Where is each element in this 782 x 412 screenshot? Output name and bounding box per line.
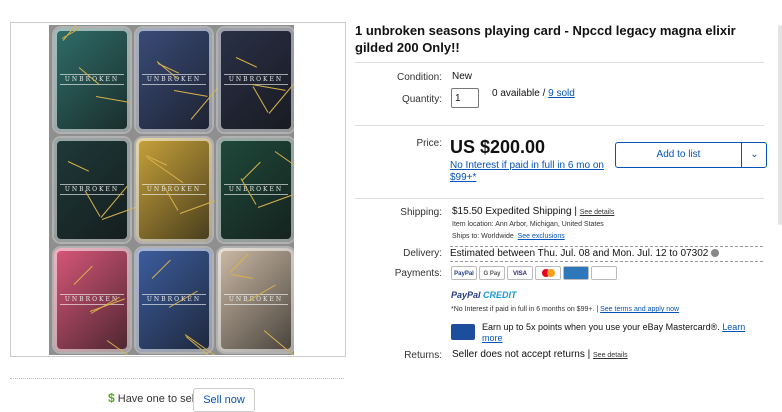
card-brand: UNBROKEN	[60, 184, 124, 195]
card-deck: UNBROKEN	[218, 248, 294, 355]
no-interest-link[interactable]: No Interest if paid in full in 6 mo on $…	[450, 160, 615, 184]
ships-to: Ships to: Worldwide	[452, 233, 514, 240]
gilded-vein	[263, 330, 294, 355]
shipping-label: Shipping:	[400, 207, 442, 218]
card-deck: UNBROKEN	[54, 138, 137, 242]
amex-icon	[563, 266, 589, 280]
condition-label: Condition:	[396, 72, 442, 83]
delivery-text: Estimated between Thu. Jul. 08 and Mon. …	[450, 248, 709, 259]
have-one-to-sell: $ Have one to sell?	[108, 391, 203, 405]
delivery-label: Delivery:	[403, 248, 442, 259]
google-pay-icon: G Pay	[479, 266, 505, 280]
price-value: US $200.00	[450, 137, 546, 157]
returns-text: Seller does not accept returns	[452, 349, 585, 360]
shipping-see-details-link[interactable]: See details	[580, 209, 615, 216]
discover-icon	[591, 266, 617, 280]
scrollbar[interactable]	[778, 25, 782, 225]
gilded-vein	[73, 265, 93, 285]
quantity-input[interactable]: 1	[451, 88, 479, 108]
gilded-vein	[190, 87, 218, 120]
divider	[355, 198, 764, 199]
chevron-down-icon[interactable]: ⌄	[743, 143, 766, 167]
returns-see-details-link[interactable]: See details	[593, 352, 628, 359]
shipping-method: Expedited Shipping	[485, 206, 572, 217]
product-photo[interactable]: UNBROKEN UNBROKEN UNBROKEN UNBROKEN UNBROKEN…	[49, 25, 294, 355]
paypal-fine-print: *No Interest if paid in full in 6 months…	[451, 306, 595, 313]
have-one-label: Have one to sell?	[117, 393, 203, 405]
gilded-vein	[252, 86, 269, 113]
gilded-vein	[274, 151, 294, 178]
card-brand: UNBROKEN	[224, 184, 288, 195]
payment-methods: PayPal G Pay VISA	[451, 266, 621, 282]
card-deck: UNBROKEN	[218, 138, 294, 242]
gilded-vein	[179, 200, 215, 214]
card-deck: UNBROKEN	[54, 248, 144, 355]
card-brand: UNBROKEN	[142, 184, 206, 195]
paypal-icon: PayPal	[451, 266, 477, 280]
mastercard-text: Earn up to 5x points when you use your e…	[482, 322, 720, 332]
paypal-fine-print-row: *No Interest if paid in full in 6 months…	[451, 306, 680, 313]
info-icon[interactable]	[711, 249, 720, 258]
ebay-mastercard-icon	[451, 324, 475, 340]
card-deck: UNBROKEN	[54, 25, 130, 132]
gilded-vein	[173, 90, 208, 97]
card-deck: UNBROKEN	[136, 28, 218, 132]
see-exclusions-link[interactable]: See exclusions	[518, 233, 565, 240]
gilded-vein	[146, 157, 184, 184]
delivery-estimate: Estimated between Thu. Jul. 08 and Mon. …	[450, 246, 763, 262]
card-deck: UNBROKEN	[136, 138, 215, 242]
shipping-info: $15.50 Expedited Shipping | See details	[452, 206, 615, 217]
sell-now-button[interactable]: Sell now	[193, 388, 255, 412]
card-deck: UNBROKEN	[136, 248, 222, 355]
gilded-vein	[230, 274, 253, 279]
price-label: Price:	[416, 138, 442, 149]
divider	[10, 378, 344, 379]
returns-row: Seller does not accept returns | See det…	[452, 349, 628, 360]
add-to-list-label[interactable]: Add to list	[616, 143, 741, 167]
quantity-label: Quantity:	[401, 94, 442, 105]
divider	[355, 62, 764, 63]
condition-value: New	[452, 71, 473, 82]
visa-icon: VISA	[507, 266, 533, 280]
paypal-credit-a: PayPal	[451, 290, 481, 300]
gilded-vein	[235, 57, 258, 68]
available-text: 0 available /	[492, 88, 549, 99]
gilded-vein	[251, 84, 286, 91]
dollar-icon: $	[108, 391, 115, 405]
paypal-credit-logo: PayPal CREDIT	[451, 290, 517, 300]
gilded-vein	[241, 161, 261, 181]
returns-label: Returns:	[404, 350, 442, 361]
gilded-vein	[257, 194, 293, 208]
gilded-vein	[151, 259, 171, 279]
gilded-vein	[268, 81, 294, 114]
availability: 0 available / 9 sold	[492, 88, 575, 99]
mastercard-icon	[535, 266, 561, 280]
card-deck: UNBROKEN	[218, 28, 294, 132]
divider	[741, 143, 742, 167]
card-brand: UNBROKEN	[224, 74, 288, 85]
shipping-cost: $15.50	[452, 206, 483, 217]
sold-link[interactable]: 9 sold	[548, 88, 575, 99]
gilded-vein	[67, 161, 90, 172]
gilded-vein	[62, 25, 90, 41]
mastercard-promo: Earn up to 5x points when you use your e…	[482, 322, 762, 344]
paypal-credit-b: CREDIT	[483, 290, 517, 300]
add-to-list-button[interactable]: Add to list ⌄	[615, 142, 767, 168]
ships-to-row: Ships to: Worldwide See exclusions	[452, 233, 565, 240]
see-terms-link[interactable]: See terms and apply now	[600, 306, 679, 313]
gilded-vein	[95, 96, 130, 103]
gilded-vein	[229, 253, 249, 273]
item-location: Item location: Ann Arbor, Michigan, Unit…	[452, 221, 604, 228]
divider	[355, 125, 764, 126]
listing-title: 1 unbroken seasons playing card - Npccd …	[355, 23, 736, 55]
payments-label: Payments:	[394, 268, 442, 279]
